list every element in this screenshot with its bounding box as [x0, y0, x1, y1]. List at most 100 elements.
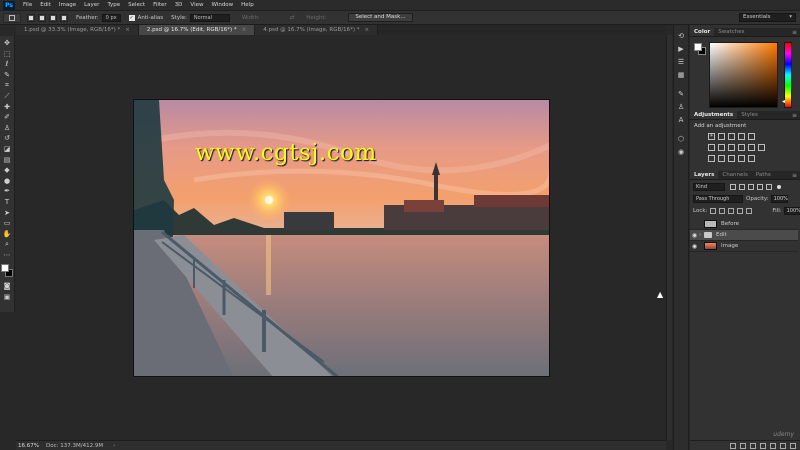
brush-panel-icon[interactable]: ✎ — [676, 89, 686, 99]
tab-styles[interactable]: Styles — [737, 111, 762, 119]
subtract-selection-icon[interactable] — [49, 13, 57, 22]
menu-layer[interactable]: Layer — [80, 2, 103, 8]
libraries-panel-icon[interactable]: ▦ — [676, 70, 686, 80]
levels-icon[interactable] — [718, 133, 725, 140]
lock-artboard-icon[interactable] — [737, 208, 744, 214]
tab-adjustments[interactable]: Adjustments — [690, 111, 738, 119]
eye-icon[interactable]: ◉ — [690, 243, 699, 250]
color-lookup-icon[interactable] — [758, 144, 765, 151]
lock-position-icon[interactable] — [728, 208, 735, 214]
menu-filter[interactable]: Filter — [149, 2, 171, 8]
menu-view[interactable]: View — [186, 2, 207, 8]
menu-3d[interactable]: 3D — [171, 2, 187, 8]
new-selection-icon[interactable] — [27, 13, 35, 22]
link-layers-icon[interactable] — [730, 442, 736, 449]
blend-mode-select[interactable]: Pass Through — [693, 195, 743, 203]
type-tool-icon[interactable]: T — [2, 198, 12, 207]
character-panel-icon[interactable]: A — [676, 115, 686, 125]
exposure-icon[interactable] — [738, 133, 745, 140]
channel-mixer-icon[interactable] — [748, 144, 755, 151]
canvas-area[interactable]: www.cgtsj.com ▲ — [16, 35, 666, 440]
eye-icon[interactable]: ◉ — [690, 232, 699, 239]
eraser-tool-icon[interactable]: ◪ — [2, 145, 12, 154]
new-group-icon[interactable] — [770, 442, 776, 449]
color-balance-icon[interactable] — [718, 144, 725, 151]
type-filter-icon[interactable] — [748, 184, 754, 190]
kind-filter-select[interactable]: Kind — [693, 183, 725, 191]
eyedropper-tool-icon[interactable]: ⟋ — [2, 92, 12, 101]
feather-input[interactable]: 0 px — [101, 13, 121, 22]
history-brush-icon[interactable]: ↺ — [2, 134, 12, 143]
3d-panel-icon[interactable]: ⬡ — [676, 134, 686, 144]
menu-type[interactable]: Type — [103, 2, 124, 8]
quick-mask-icon[interactable]: ◙ — [2, 282, 12, 291]
doc-tab-2[interactable]: 2.psd @ 16.7% (Edit, RGB/16*) * × — [138, 25, 256, 35]
color-panel-swatches[interactable] — [694, 43, 706, 55]
hue-slider[interactable] — [784, 42, 792, 108]
menu-edit[interactable]: Edit — [36, 2, 55, 8]
marquee-tool-icon[interactable]: ⬚ — [2, 50, 12, 59]
adjustment-filter-icon[interactable] — [739, 184, 745, 190]
posterize-icon[interactable] — [718, 155, 725, 162]
photo-filter-icon[interactable] — [738, 144, 745, 151]
swap-icon[interactable]: ⇄ — [290, 15, 295, 21]
fill-input[interactable]: 100% — [783, 207, 800, 215]
add-selection-icon[interactable] — [38, 13, 46, 22]
invert-icon[interactable] — [708, 155, 715, 162]
dodge-tool-icon[interactable]: ● — [2, 177, 12, 186]
layer-row-before[interactable]: Before — [690, 219, 798, 230]
shape-filter-icon[interactable] — [757, 184, 763, 190]
canvas-vertical-scrollbar[interactable] — [666, 35, 672, 440]
tab-swatches[interactable]: Swatches — [714, 28, 748, 36]
panel-menu-icon[interactable]: ≡ — [792, 171, 797, 179]
hue-saturation-icon[interactable] — [708, 144, 715, 151]
brush-tool-icon[interactable]: ✐ — [2, 113, 12, 122]
close-icon[interactable]: × — [125, 27, 130, 33]
zoom-tool-icon[interactable]: ⌕ — [2, 240, 12, 249]
navigator-panel-icon[interactable]: ◉ — [676, 147, 686, 157]
healing-brush-icon[interactable]: ✚ — [2, 103, 12, 112]
curves-icon[interactable] — [728, 133, 735, 140]
actions-play-icon[interactable]: ▶ — [676, 44, 686, 54]
shape-tool-icon[interactable]: ▭ — [2, 219, 12, 228]
threshold-icon[interactable] — [728, 155, 735, 162]
new-layer-icon[interactable] — [780, 442, 786, 449]
zoom-level-field[interactable]: 16.67% — [18, 442, 42, 450]
menu-window[interactable]: Window — [207, 2, 237, 8]
fx-icon[interactable] — [740, 442, 746, 449]
opacity-input[interactable]: 100% — [770, 195, 788, 203]
selective-color-icon[interactable] — [738, 155, 745, 162]
screen-mode-icon[interactable]: ▣ — [2, 293, 12, 302]
style-select[interactable]: Normal — [189, 13, 230, 22]
panel-menu-icon[interactable]: ≡ — [792, 111, 797, 119]
color-picker-field[interactable] — [709, 42, 778, 108]
more-tools-icon[interactable]: ⋯ — [2, 251, 12, 260]
lock-transparent-icon[interactable] — [710, 208, 717, 214]
tab-channels[interactable]: Channels — [718, 171, 751, 179]
doc-tab-4[interactable]: 4.psd @ 16.7% (Image, RGB/16*) * × — [255, 25, 379, 35]
trash-icon[interactable] — [790, 442, 796, 449]
add-mask-icon[interactable] — [750, 442, 756, 449]
gradient-tool-icon[interactable]: ▤ — [2, 156, 12, 165]
path-select-icon[interactable]: ➤ — [2, 209, 12, 218]
tab-paths[interactable]: Paths — [752, 171, 775, 179]
foreground-color-swatch[interactable] — [1, 264, 9, 273]
gradient-map-icon[interactable] — [748, 155, 755, 162]
lasso-tool-icon[interactable]: ℓ — [2, 60, 12, 69]
clone-stamp-icon[interactable]: ♙ — [2, 124, 12, 133]
hand-tool-icon[interactable]: ✋ — [2, 230, 12, 239]
layer-row-image[interactable]: ◉ Image — [690, 241, 798, 252]
filter-toggle-icon[interactable] — [777, 185, 781, 189]
pen-tool-icon[interactable]: ✒ — [2, 187, 12, 196]
close-icon[interactable]: × — [365, 27, 370, 33]
pixel-filter-icon[interactable] — [730, 184, 736, 190]
properties-panel-icon[interactable]: ☰ — [676, 57, 686, 67]
vibrance-icon[interactable] — [748, 133, 755, 140]
tool-preset-picker[interactable] — [3, 12, 21, 23]
menu-help[interactable]: Help — [237, 2, 258, 8]
crop-tool-icon[interactable]: ⌗ — [2, 81, 12, 90]
menu-select[interactable]: Select — [124, 2, 149, 8]
lock-pixels-icon[interactable] — [719, 208, 726, 214]
blur-tool-icon[interactable]: ◆ — [2, 166, 12, 175]
tab-color[interactable]: Color — [690, 28, 715, 36]
